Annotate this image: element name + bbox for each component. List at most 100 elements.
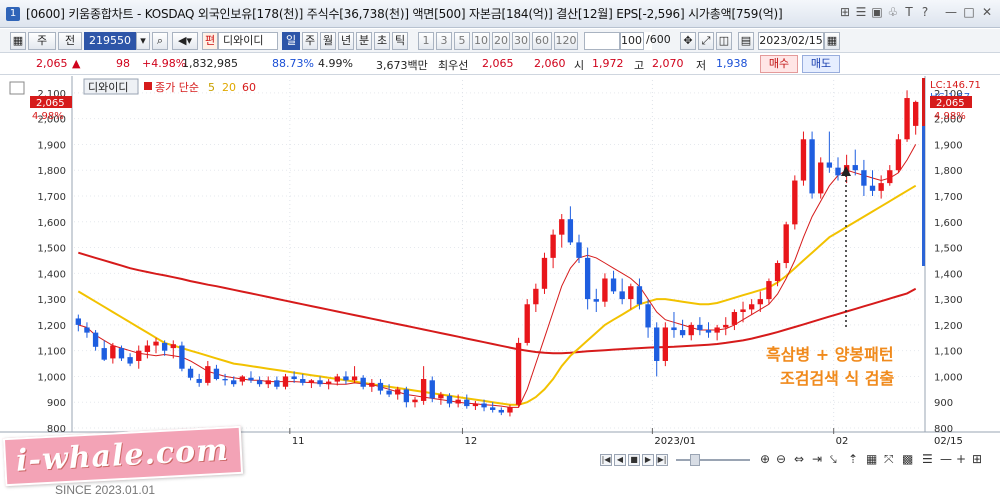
fit-icon[interactable]: ⇔ <box>794 452 804 466</box>
scroll-track[interactable] <box>676 459 750 461</box>
nav-stop-icon[interactable]: ■ <box>628 454 640 466</box>
candle-body <box>723 324 729 328</box>
tool-icon[interactable]: ⤥ <box>830 452 837 467</box>
calendar-icon[interactable]: ▦ <box>824 32 840 50</box>
candle-body <box>403 389 410 403</box>
interval-button[interactable]: 1 <box>418 32 434 50</box>
close-icon[interactable]: ✕ <box>980 5 994 19</box>
interval-button[interactable]: 30 <box>512 32 530 50</box>
zoom-in-icon[interactable]: ⊕ <box>760 452 770 466</box>
nav-prev-icon[interactable]: ◀ <box>614 454 626 466</box>
quote-info-bar: 2,065 ▲ 98 +4.98% 1,832,985 88.73% 4.99%… <box>0 53 1000 75</box>
volume-ratio: 88.73% <box>272 57 314 70</box>
y-tick-label-left: 800 <box>47 424 66 435</box>
interval-button[interactable]: 10 <box>472 32 490 50</box>
list-icon[interactable]: ☰ <box>922 452 933 466</box>
candle-body <box>101 348 107 360</box>
nav-next-icon[interactable]: ▶ <box>642 454 654 466</box>
count-input[interactable]: 100 <box>620 32 644 50</box>
grid-icon[interactable]: ▦ <box>866 452 877 466</box>
window-title: [0600] 키움종합차트 - KOSDAQ 외국인보유[178(천)] 주식수… <box>26 7 783 21</box>
y-tick-label-left: 1,000 <box>37 372 66 383</box>
overlay-icon[interactable]: ◫ <box>716 32 732 50</box>
date-input[interactable]: 2023/02/15 <box>758 32 824 50</box>
scroll-thumb[interactable] <box>690 454 700 466</box>
interval-button[interactable]: 60 <box>532 32 552 50</box>
buy-button[interactable]: 매수 <box>760 55 798 73</box>
left-pct-tag: 4.98% <box>32 111 64 122</box>
chart-settings-icon[interactable] <box>9 81 25 95</box>
candle-body <box>809 139 815 194</box>
sell-button[interactable]: 매도 <box>802 55 840 73</box>
tab-period-second[interactable]: 초 <box>374 32 390 50</box>
y-tick-label-right: 1,400 <box>934 269 963 280</box>
candle-body <box>472 403 479 407</box>
ruler-icon[interactable]: ⇥ <box>812 452 822 466</box>
candle-body <box>550 234 556 258</box>
x-tick-label: 11 <box>292 436 305 446</box>
x-tick-label: 02 <box>836 436 849 446</box>
candle-body <box>360 377 366 387</box>
text-icon[interactable]: T <box>902 5 916 19</box>
candle-body <box>256 380 263 385</box>
best-bid: 2,060 <box>534 57 566 70</box>
tab-period-week[interactable]: 주 <box>302 32 318 50</box>
draw-tool-icon[interactable]: ⤢ <box>698 32 714 50</box>
best-ask: 2,065 <box>482 57 514 70</box>
interval-button[interactable]: 3 <box>436 32 452 50</box>
search-icon[interactable]: ⌕ <box>152 32 168 50</box>
layout-icon[interactable]: ⊞ <box>838 5 852 19</box>
save-icon[interactable]: ▤ <box>738 32 754 50</box>
grid-select-icon[interactable]: ▦ <box>10 32 26 50</box>
custom-interval-input[interactable] <box>584 32 620 50</box>
mark-icon[interactable]: 편 <box>202 32 218 50</box>
tab-period-day[interactable]: 일 <box>282 32 300 50</box>
crosshair-icon[interactable]: ✥ <box>680 32 696 50</box>
menu-icon[interactable]: ☰ <box>854 5 868 19</box>
pattern-icon[interactable]: ▩ <box>902 452 913 466</box>
tab-period-minute[interactable]: 분 <box>356 32 372 50</box>
stock-code-input[interactable]: 219550 <box>84 32 136 50</box>
tab-period-tick[interactable]: 틱 <box>392 32 408 50</box>
interval-button[interactable]: 5 <box>454 32 470 50</box>
candle-body <box>265 380 271 385</box>
up-arrow-icon: ▲ <box>72 57 81 70</box>
plus-icon[interactable]: + <box>956 452 966 466</box>
expand-icon[interactable]: ⊞ <box>972 452 982 466</box>
speaker-icon[interactable]: ◀▾ <box>172 32 198 50</box>
tab-period-month[interactable]: 월 <box>320 32 336 50</box>
candle-body <box>179 345 185 369</box>
since-label: SINCE 2023.01.01 <box>55 483 156 497</box>
candle-body <box>84 327 90 333</box>
price-chart-area[interactable]: 800 800 900 900 1,000 1,000 1,100 1,100 1,200 1,2… <box>0 76 1000 447</box>
code-dropdown-icon[interactable]: ▾ <box>136 32 150 50</box>
help-icon[interactable]: ? <box>918 5 932 19</box>
legend-stock-name: 디와이디 <box>88 81 128 94</box>
candle-body <box>213 368 220 380</box>
nav-first-icon[interactable]: |◀ <box>600 454 612 466</box>
candle-body <box>369 382 375 387</box>
maximize-icon[interactable]: □ <box>962 5 976 19</box>
nav-last-icon[interactable]: ▶| <box>656 454 668 466</box>
interval-button[interactable]: 120 <box>554 32 578 50</box>
tab-period-year[interactable]: 년 <box>338 32 354 50</box>
x-tick-label: 12 <box>464 436 477 446</box>
minus-icon[interactable]: — <box>940 452 952 466</box>
candle-body <box>127 357 133 364</box>
pan-icon[interactable]: ⤧ <box>884 452 894 467</box>
candle-body <box>118 348 125 359</box>
interval-button[interactable]: 20 <box>492 32 510 50</box>
minimize-icon[interactable]: — <box>944 5 958 19</box>
tile-icon[interactable]: ▣ <box>870 5 884 19</box>
candle-body <box>308 380 315 383</box>
stock-type-dropdown[interactable]: 주 <box>28 32 56 50</box>
arrow-up-icon[interactable]: ⇡ <box>848 452 858 466</box>
chart-toolbar: ▦ 주 전 219550 ▾ ⌕ ◀▾ 편 디와이디 일 주 월 년 분 초 틱… <box>0 29 1000 53</box>
link-icon[interactable]: ♧ <box>886 5 900 19</box>
right-pct-tag: 4.98% <box>934 111 966 122</box>
market-dropdown[interactable]: 전 <box>58 32 82 50</box>
zoom-out-icon[interactable]: ⊖ <box>776 452 786 466</box>
candlestick-chart[interactable]: 800 800 900 900 1,000 1,000 1,100 1,100 1,200 1,2… <box>0 76 1000 447</box>
y-tick-label-right: 1,500 <box>934 244 963 255</box>
candle-body <box>300 379 306 383</box>
